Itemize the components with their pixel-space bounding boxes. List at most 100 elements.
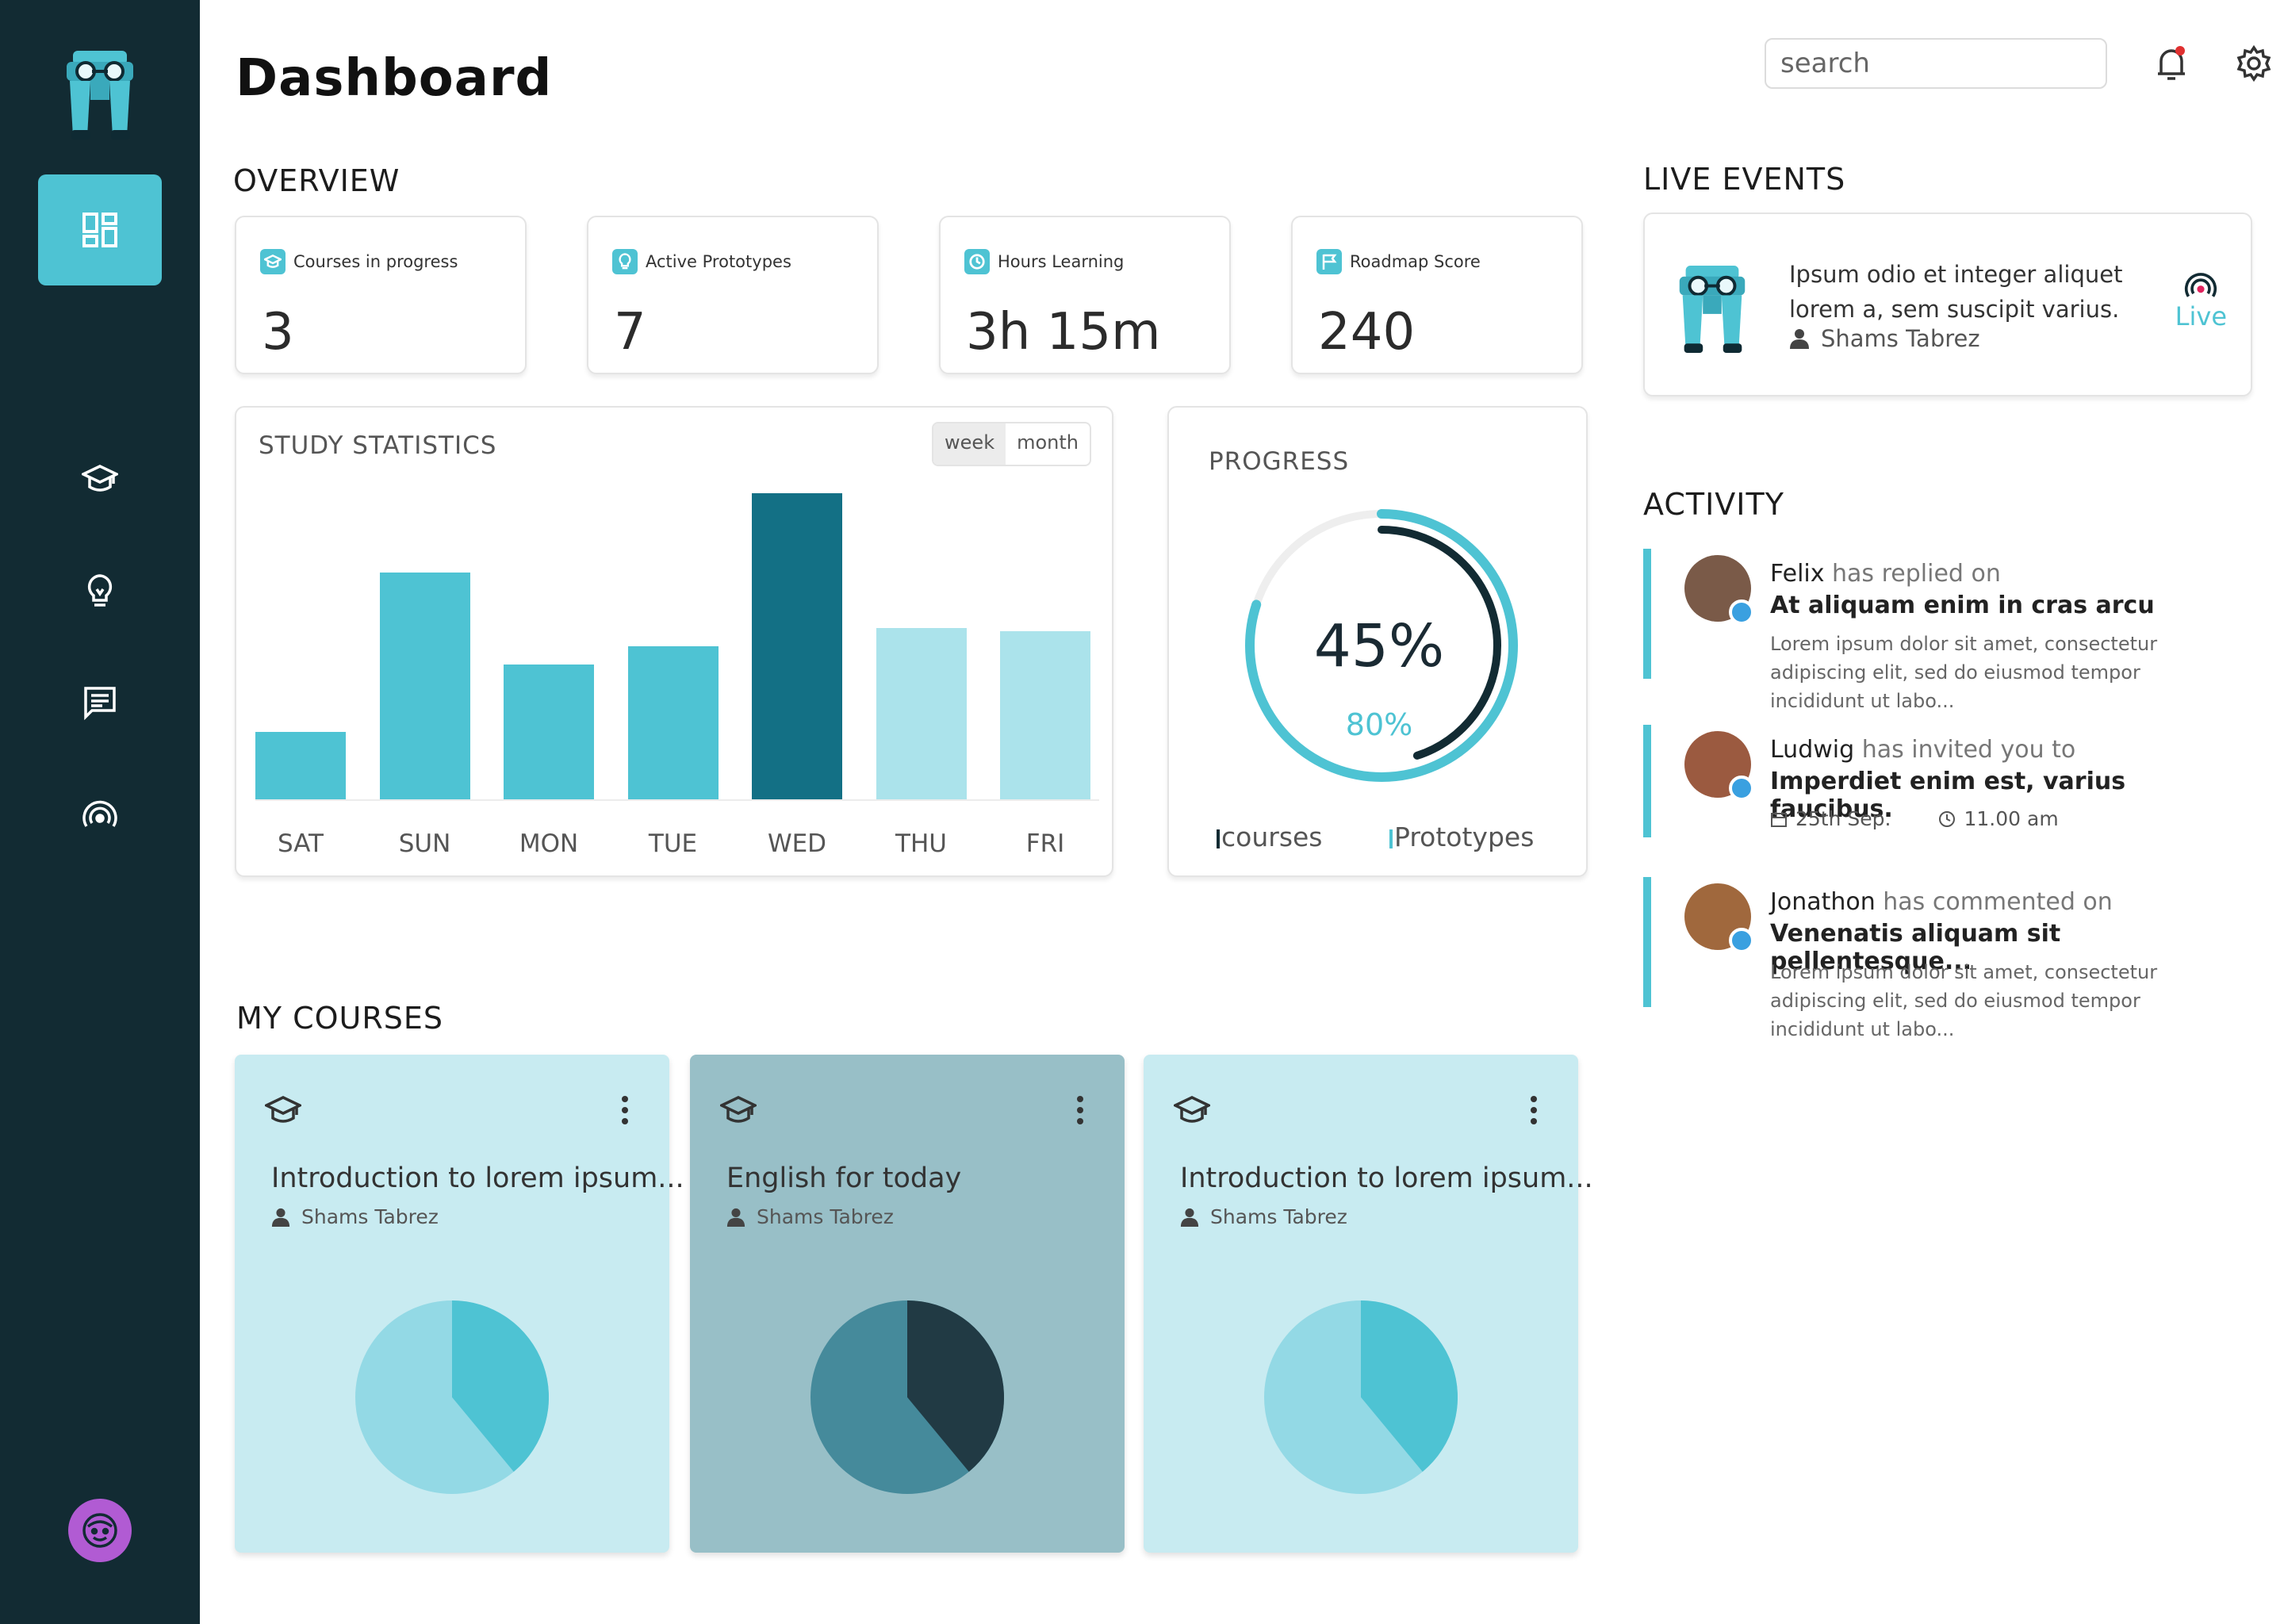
more-options-icon[interactable] <box>1075 1094 1085 1126</box>
legend-label: Prototypes <box>1394 822 1535 852</box>
progress-panel: PROGRESS 45% 80% courses Prototypes <box>1167 406 1588 877</box>
activity-description: Lorem ipsum dolor sit amet, consectetur … <box>1770 633 2158 712</box>
stat-label: Roadmap Score <box>1350 252 1481 271</box>
course-card[interactable]: Introduction to lorem ipsum... Shams Tabr… <box>235 1055 684 1553</box>
mascot-logo-icon[interactable] <box>56 48 144 143</box>
stat-card-roadmap[interactable]: Roadmap Score 240 <box>1291 216 1583 374</box>
x-axis-line <box>255 799 1099 801</box>
course-progress-pie <box>811 1300 1004 1494</box>
author-name: Shams Tabrez <box>1821 325 1980 352</box>
progress-secondary: 80% <box>1345 707 1413 742</box>
course-progress-pie <box>1264 1300 1458 1494</box>
study-statistics-title: STUDY STATISTICS <box>259 431 497 460</box>
author-name: Shams Tabrez <box>301 1205 439 1228</box>
nav-live[interactable] <box>76 791 124 839</box>
bar-sat[interactable] <box>255 732 346 799</box>
activity-accent <box>1643 549 1651 679</box>
day-label: MON <box>519 829 579 858</box>
day-label: FRI <box>1025 829 1065 858</box>
activity-item[interactable]: Ludwig has invited you to Imperdiet enim… <box>1643 725 2254 844</box>
activity-description: Lorem ipsum dolor sit amet, consectetur … <box>1770 961 2158 1040</box>
activity-meta: 25th Sep. 11.00 am <box>1770 807 2059 830</box>
activity-item[interactable]: Jonathon has commented on Venenatis aliq… <box>1643 877 2254 1040</box>
person-badge-icon <box>1729 776 1754 801</box>
toggle-week[interactable]: week <box>933 423 1006 465</box>
stat-value: 3h 15m <box>966 303 1161 362</box>
bar-thu[interactable] <box>876 627 967 799</box>
stat-value: 3 <box>262 303 294 362</box>
course-title[interactable]: English for today <box>726 1162 961 1194</box>
search-input[interactable] <box>1780 48 2117 79</box>
activity-headline: Jonathon has commented on <box>1770 888 2113 916</box>
live-event-text: Ipsum odio et integer aliquet lorem a, s… <box>1789 261 2123 323</box>
broadcast-icon <box>2185 273 2217 297</box>
course-card[interactable]: English for today Shams Tabrez <box>690 1055 1125 1553</box>
bar-wed[interactable] <box>752 493 842 799</box>
stat-card-courses[interactable]: Courses in progress 3 <box>235 216 527 374</box>
live-event-card[interactable]: Ipsum odio et integer aliquet lorem a, s… <box>1643 213 2252 396</box>
day-label: SAT <box>278 829 324 858</box>
bell-icon <box>2158 46 2185 80</box>
person-icon <box>271 1208 290 1227</box>
avatar <box>1684 883 1754 953</box>
live-indicator[interactable]: Live <box>2175 271 2227 331</box>
activity-accent <box>1643 725 1651 837</box>
settings-button[interactable] <box>2232 41 2276 86</box>
course-title[interactable]: Introduction to lorem ipsum... <box>1180 1162 1593 1194</box>
graduation-cap-icon <box>1174 1096 1210 1123</box>
progress-title: PROGRESS <box>1209 447 1350 476</box>
activity-subject[interactable]: At aliquam enim in cras arcu <box>1770 592 2155 619</box>
activity-title: ACTIVITY <box>1643 487 1784 522</box>
progress-primary: 45% <box>1313 612 1445 680</box>
comment-badge-icon <box>1729 599 1754 625</box>
author-name: Shams Tabrez <box>757 1205 894 1228</box>
page-title: Dashboard <box>236 49 553 108</box>
graduation-cap-icon <box>260 249 286 274</box>
nav-messages[interactable] <box>76 679 124 726</box>
stat-label: Active Prototypes <box>646 252 791 271</box>
day-label: WED <box>767 829 827 858</box>
bar-fri[interactable] <box>1000 630 1090 799</box>
bar-tue[interactable] <box>627 646 719 799</box>
more-options-icon[interactable] <box>1529 1094 1539 1126</box>
nav-prototypes[interactable] <box>76 568 124 615</box>
user-avatar[interactable] <box>68 1499 132 1562</box>
stat-card-prototypes[interactable]: Active Prototypes 7 <box>587 216 879 374</box>
nav-courses[interactable] <box>76 455 124 503</box>
legend-courses: courses <box>1217 822 1323 852</box>
graduation-cap-icon <box>82 465 118 492</box>
toggle-month[interactable]: month <box>1006 423 1090 465</box>
notifications-button[interactable] <box>2149 41 2194 86</box>
bar-sun[interactable] <box>379 573 470 799</box>
search-box[interactable] <box>1765 38 2117 89</box>
author-name: Shams Tabrez <box>1210 1205 1347 1228</box>
person-icon <box>1790 329 1809 349</box>
activity-accent <box>1643 877 1651 1007</box>
lightbulb-icon <box>87 574 113 607</box>
comment-badge-icon <box>1729 928 1754 953</box>
event-time: 11.00 am <box>1964 807 2059 830</box>
period-toggle[interactable]: week month <box>932 422 1091 466</box>
activity-item[interactable]: Felix has replied on At aliquam enim in … <box>1643 549 2254 712</box>
day-label: SUN <box>398 829 451 858</box>
event-date: 25th Sep. <box>1795 807 1891 830</box>
bar-mon[interactable] <box>504 665 594 799</box>
gear-icon <box>2236 45 2271 82</box>
study-statistics-panel: STUDY STATISTICS week month SAT SUN MON TUE… <box>235 406 1113 877</box>
overview-title: OVERVIEW <box>233 163 400 198</box>
clock-icon <box>1939 810 1956 827</box>
graduation-cap-icon <box>265 1096 301 1123</box>
more-options-icon[interactable] <box>620 1094 630 1126</box>
nav-dashboard[interactable] <box>38 174 162 285</box>
person-icon <box>1180 1208 1199 1227</box>
face-icon <box>82 1513 117 1548</box>
stat-card-hours[interactable]: Hours Learning 3h 15m <box>939 216 1231 374</box>
live-events-title: LIVE EVENTS <box>1643 162 1846 197</box>
stat-value: 7 <box>614 303 646 362</box>
course-card[interactable]: Introduction to lorem ipsum... Shams Tabr… <box>1144 1055 1593 1553</box>
course-title[interactable]: Introduction to lorem ipsum... <box>271 1162 684 1194</box>
activity-headline: Felix has replied on <box>1770 560 2001 588</box>
legend-prototypes: Prototypes <box>1389 822 1534 852</box>
avatar <box>1684 731 1754 801</box>
avatar <box>1684 555 1754 625</box>
